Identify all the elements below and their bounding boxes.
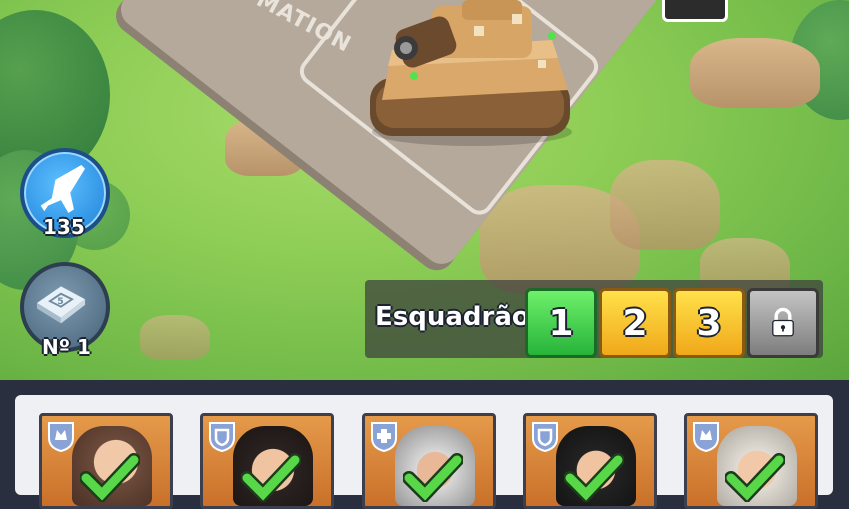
svg-text:5: 5 — [57, 296, 63, 307]
hero-card[interactable] — [362, 413, 496, 509]
airstrike-count: 135 — [43, 215, 85, 239]
hero-card[interactable] — [200, 413, 334, 509]
medic-cross-badge-icon — [371, 422, 397, 452]
rock-decoration — [610, 160, 720, 250]
rock-decoration — [140, 315, 210, 360]
wolf-badge-icon — [48, 422, 74, 452]
squad-2-button[interactable]: 2 — [599, 288, 671, 358]
check-icon — [725, 453, 785, 502]
squad-locked-button[interactable] — [747, 288, 819, 358]
wolf-badge-icon — [693, 422, 719, 452]
tank-icon[interactable] — [362, 0, 582, 150]
squad-1-button[interactable]: 1 — [525, 288, 597, 358]
squad-3-button[interactable]: 3 — [673, 288, 745, 358]
check-icon — [80, 453, 140, 502]
hero-card[interactable] — [39, 413, 173, 509]
squad-label: Esquadrão — [375, 302, 530, 332]
hero-card[interactable] — [523, 413, 657, 509]
lock-icon — [772, 307, 794, 337]
shield-badge-icon — [532, 422, 558, 452]
check-icon — [564, 453, 624, 502]
map-number-label: Nº 1 — [42, 335, 91, 359]
hero-card[interactable] — [684, 413, 818, 509]
check-icon — [241, 453, 301, 502]
squad-selector: Esquadrão 1 2 3 — [365, 280, 823, 358]
rock-decoration — [690, 38, 820, 108]
shield-badge-icon — [209, 422, 235, 452]
check-icon — [403, 453, 463, 502]
vehicle-decoration — [662, 0, 728, 22]
battlefield-scene: MATION 135 5 Nº 1 Esquadrão 1 2 3 — [0, 0, 849, 380]
map-icon: 5 — [36, 286, 86, 324]
